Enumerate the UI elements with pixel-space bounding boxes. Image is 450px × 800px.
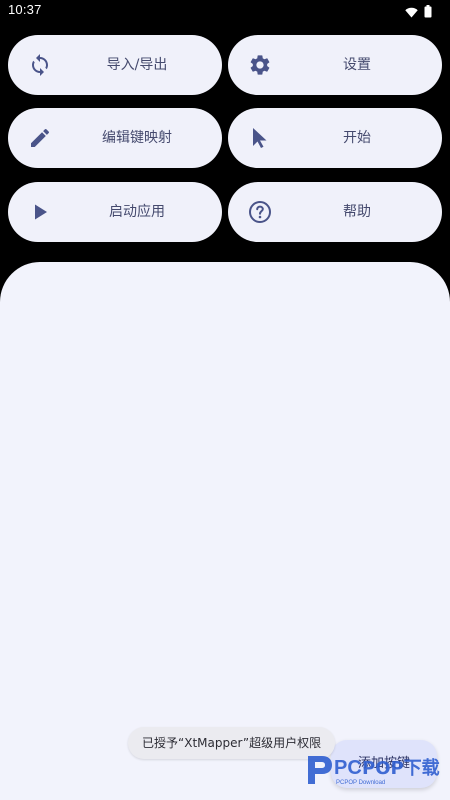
start-label: 开始 xyxy=(343,130,371,146)
status-bar: 10:37 xyxy=(0,0,450,22)
settings-label: 设置 xyxy=(343,57,371,73)
watermark-logo-icon xyxy=(308,756,332,784)
watermark-text: POP下载 xyxy=(362,757,440,779)
import-export-button[interactable]: 导入/导出 xyxy=(8,35,222,95)
help-circle-icon xyxy=(248,200,272,224)
launch-app-label: 启动应用 xyxy=(109,204,165,220)
gear-icon xyxy=(248,53,272,77)
start-button[interactable]: 开始 xyxy=(228,108,442,168)
edit-keymap-label: 编辑键映射 xyxy=(102,130,172,146)
watermark: PC POP下载 PCPOP Download xyxy=(304,750,444,790)
settings-button[interactable]: 设置 xyxy=(228,35,442,95)
launch-app-button[interactable]: 启动应用 xyxy=(8,182,222,242)
battery-icon xyxy=(424,3,432,22)
help-label: 帮助 xyxy=(343,204,371,220)
app-screen: 10:37 导入/导出 设置 编辑键映射 开始 启动应用 帮助 添加按键 已授予… xyxy=(0,0,450,800)
cursor-arrow-icon xyxy=(248,126,272,150)
edit-keymap-button[interactable]: 编辑键映射 xyxy=(8,108,222,168)
status-time: 10:37 xyxy=(8,2,42,17)
watermark-subtitle: PCPOP Download xyxy=(336,780,385,786)
status-icons xyxy=(405,3,432,22)
import-export-label: 导入/导出 xyxy=(106,57,168,73)
watermark-brand: PC xyxy=(334,757,362,779)
wifi-icon xyxy=(405,3,418,22)
help-button[interactable]: 帮助 xyxy=(228,182,442,242)
sync-icon xyxy=(28,53,52,77)
play-icon xyxy=(28,200,52,224)
pencil-icon xyxy=(28,126,52,150)
content-panel xyxy=(0,262,450,800)
